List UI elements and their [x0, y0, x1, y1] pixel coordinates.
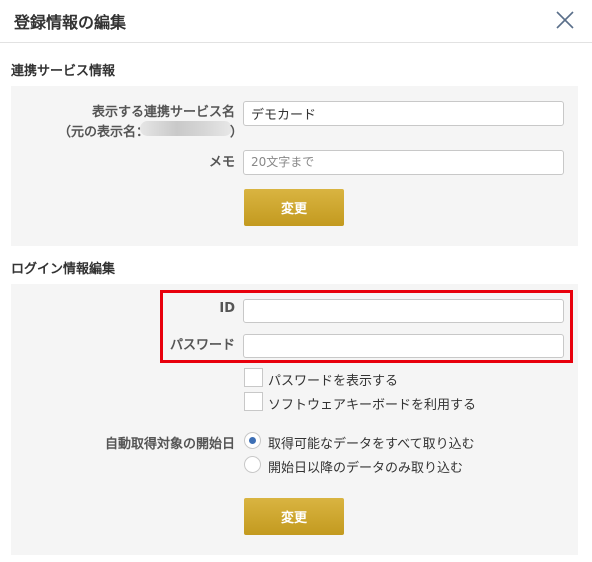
- memo-label: メモ: [208, 155, 235, 170]
- highlight-box: [160, 290, 573, 363]
- dialog-title: 登録情報の編集: [14, 13, 127, 32]
- display-name-label: 表示する連携サービス名: [91, 105, 235, 120]
- login-submit-button[interactable]: 変更: [244, 498, 344, 535]
- close-icon[interactable]: [554, 9, 576, 31]
- start-date-label: 自動取得対象の開始日: [104, 437, 235, 452]
- software-keyboard-checkbox[interactable]: [244, 392, 263, 411]
- dialog-header: 登録情報の編集: [0, 0, 592, 43]
- service-submit-button[interactable]: 変更: [244, 189, 344, 226]
- radio-after-start-date[interactable]: [244, 456, 261, 473]
- memo-input[interactable]: [243, 150, 564, 175]
- original-name-label: （元の表示名：: [58, 125, 150, 140]
- original-name-close: ）: [230, 125, 244, 140]
- show-password-checkbox[interactable]: [244, 368, 263, 387]
- display-name-input[interactable]: [243, 101, 564, 126]
- radio-all-data-label: 取得可能なデータをすべて取り込む: [268, 437, 475, 452]
- show-password-label: パスワードを表示する: [268, 374, 399, 389]
- service-section-title: 連携サービス情報: [11, 64, 116, 79]
- software-keyboard-label: ソフトウェアキーボードを利用する: [268, 398, 477, 413]
- original-name-blurred: [140, 121, 232, 136]
- radio-after-start-date-label: 開始日以降のデータのみ取り込む: [268, 461, 464, 476]
- login-section-title: ログイン情報編集: [11, 262, 116, 277]
- radio-all-data[interactable]: [244, 432, 261, 449]
